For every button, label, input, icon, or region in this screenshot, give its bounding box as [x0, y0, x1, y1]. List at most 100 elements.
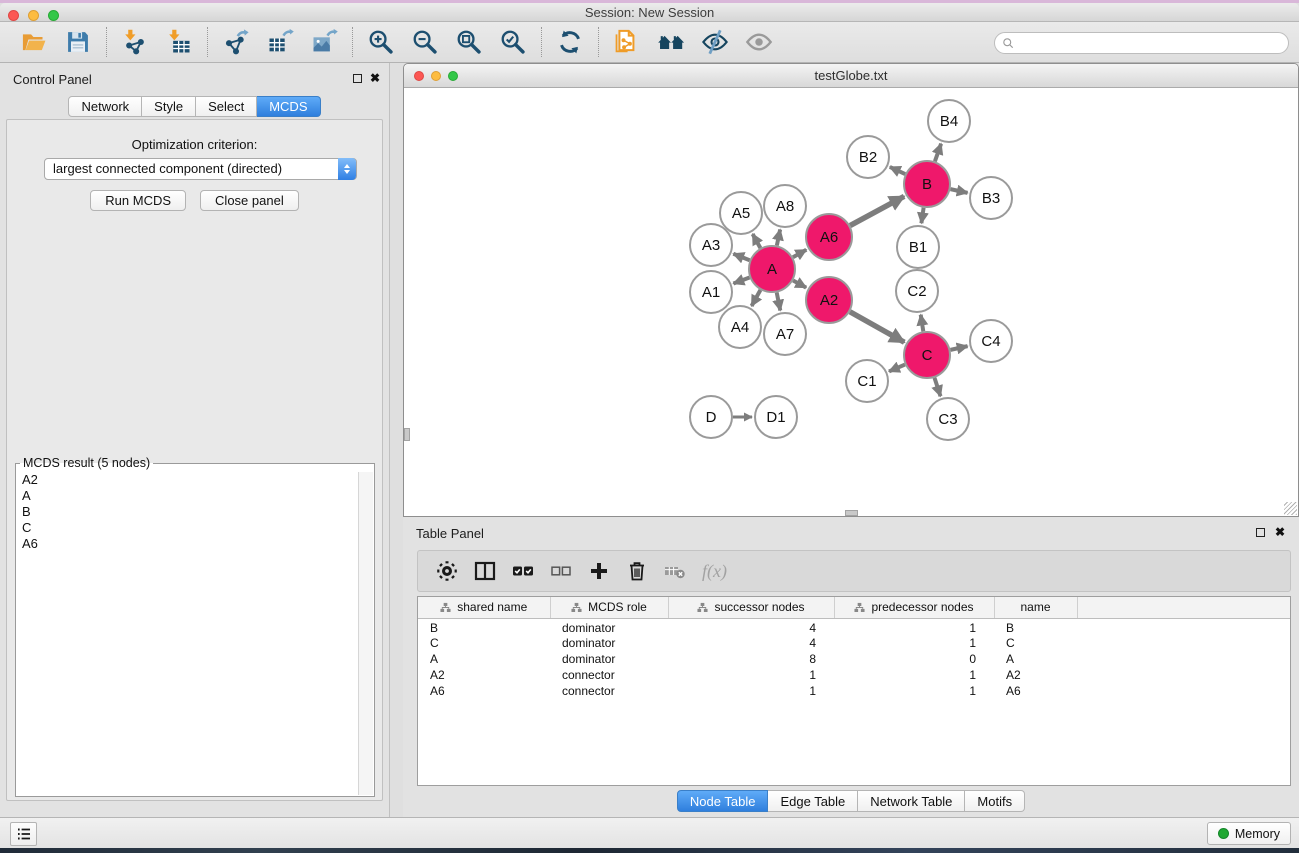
column-header-name[interactable]: name — [994, 597, 1077, 618]
split-view-button[interactable] — [472, 558, 498, 584]
list-item[interactable]: A2 — [17, 472, 357, 488]
graph-edge-A-A5[interactable] — [753, 234, 761, 248]
close-panel-icon[interactable]: ✖ — [370, 71, 380, 85]
export-network-button[interactable] — [221, 27, 251, 57]
float-panel-icon[interactable] — [353, 74, 362, 83]
tab-style[interactable]: Style — [142, 96, 196, 117]
table-settings-button[interactable] — [434, 558, 460, 584]
desktop-wallpaper-strip — [0, 848, 1299, 853]
zoom-selected-button[interactable] — [498, 27, 528, 57]
graph-edge-A-A6[interactable] — [793, 250, 806, 258]
checked-boxes-icon — [511, 559, 535, 583]
zoom-fit-icon — [455, 28, 483, 56]
search-field[interactable] — [994, 32, 1289, 54]
table-row[interactable]: A6connector 11 A6 — [418, 683, 1290, 699]
birds-eye-toggle-button[interactable] — [700, 27, 730, 57]
import-table-button[interactable] — [164, 27, 194, 57]
table-row[interactable]: A2connector 11 A2 — [418, 667, 1290, 683]
list-item[interactable]: B — [17, 504, 357, 520]
column-header-mcds-role[interactable]: MCDS role — [550, 597, 668, 618]
close-panel-button[interactable]: Close panel — [200, 190, 299, 211]
list-scrollbar[interactable] — [358, 472, 373, 795]
graph-edge-C-C2[interactable] — [921, 315, 924, 332]
toolbar-separator — [207, 27, 208, 57]
tab-motifs[interactable]: Motifs — [965, 790, 1025, 812]
graph-edge-B-B4[interactable] — [935, 144, 941, 162]
zoom-fit-button[interactable] — [454, 27, 484, 57]
graph-node-label-B: B — [922, 176, 932, 193]
go-home-button[interactable] — [656, 27, 686, 57]
graph-edge-A-A3[interactable] — [733, 254, 749, 260]
save-session-button[interactable] — [63, 27, 93, 57]
close-panel-icon[interactable]: ✖ — [1275, 525, 1285, 539]
float-panel-icon[interactable] — [1256, 528, 1265, 537]
tab-network[interactable]: Network — [68, 96, 142, 117]
mcds-result-title: MCDS result (5 nodes) — [20, 456, 153, 470]
delete-table-icon — [663, 559, 687, 583]
mcds-tab-content: Optimization criterion: largest connecte… — [6, 119, 383, 801]
graph-edge-A-A7[interactable] — [777, 293, 781, 311]
optimization-criterion-select[interactable]: largest connected component (directed) — [44, 158, 357, 180]
tab-select[interactable]: Select — [196, 96, 257, 117]
tab-network-table[interactable]: Network Table — [858, 790, 965, 812]
graph-edge-A-A4[interactable] — [752, 290, 761, 306]
clone-network-button[interactable] — [612, 27, 642, 57]
graph-edge-C-C4[interactable] — [950, 346, 967, 350]
network-window-titlebar[interactable]: testGlobe.txt — [404, 64, 1298, 88]
network-canvas[interactable]: B4B2BB3A8A5A6A3B1AA1C2A2A4A7C4CC1C3DD1 — [404, 88, 1298, 516]
eye-slash-icon — [701, 28, 729, 56]
session-title: Session: New Session — [0, 3, 1299, 22]
export-table-button[interactable] — [265, 27, 295, 57]
graph-edge-B-B2[interactable] — [890, 167, 905, 174]
graph-edge-C-C1[interactable] — [889, 365, 905, 372]
delete-table-button[interactable] — [662, 558, 688, 584]
function-builder-button[interactable]: f(x) — [702, 561, 727, 582]
table-row[interactable]: Bdominator 41 B — [418, 618, 1290, 635]
list-item[interactable]: A6 — [17, 536, 357, 552]
graph-edge-A-A1[interactable] — [733, 277, 749, 283]
refresh-layout-button[interactable] — [555, 27, 585, 57]
zoom-in-button[interactable] — [366, 27, 396, 57]
graph-edge-B-B3[interactable] — [950, 189, 967, 193]
graph-edge-C-C3[interactable] — [934, 378, 940, 396]
unselect-all-columns-button[interactable] — [548, 558, 574, 584]
window-resize-handle[interactable] — [1284, 502, 1297, 515]
table-row[interactable]: Cdominator 41 C — [418, 635, 1290, 651]
list-item[interactable]: C — [17, 520, 357, 536]
column-header-successor-nodes[interactable]: successor nodes — [668, 597, 834, 618]
graph-node-label-A2: A2 — [820, 292, 838, 309]
export-image-button[interactable] — [309, 27, 339, 57]
select-all-columns-button[interactable] — [510, 558, 536, 584]
graph-node-label-A4: A4 — [731, 319, 749, 336]
graph-edge-A6-B[interactable] — [850, 196, 904, 225]
task-history-button[interactable] — [10, 822, 37, 846]
memory-button[interactable]: Memory — [1207, 822, 1291, 845]
import-network-button[interactable] — [120, 27, 150, 57]
canvas-vertical-scrollbar[interactable] — [404, 428, 410, 441]
canvas-horizontal-scrollbar[interactable] — [845, 510, 858, 516]
list-item[interactable]: A — [17, 488, 357, 504]
tab-node-table[interactable]: Node Table — [677, 790, 769, 812]
graph-edge-B-B1[interactable] — [921, 208, 923, 223]
show-hide-panel-button[interactable] — [744, 27, 774, 57]
column-header-shared-name[interactable]: shared name — [418, 597, 550, 618]
zoom-out-button[interactable] — [410, 27, 440, 57]
add-column-button[interactable] — [586, 558, 612, 584]
shared-column-icon — [697, 602, 708, 613]
table-row[interactable]: Adominator 80 A — [418, 651, 1290, 667]
network-graph[interactable]: B4B2BB3A8A5A6A3B1AA1C2A2A4A7C4CC1C3DD1 — [404, 88, 1298, 516]
import-table-icon — [165, 28, 193, 56]
delete-column-button[interactable] — [624, 558, 650, 584]
graph-node-label-C3: C3 — [938, 411, 957, 428]
column-header-predecessor-nodes[interactable]: predecessor nodes — [834, 597, 994, 618]
table-toolbar: f(x) — [417, 550, 1291, 592]
mcds-result-list[interactable]: A2 A B C A6 — [17, 472, 357, 795]
graph-edge-A2-C[interactable] — [850, 312, 904, 343]
graph-edge-A-A2[interactable] — [793, 280, 806, 287]
run-mcds-button[interactable]: Run MCDS — [90, 190, 186, 211]
search-input[interactable] — [1016, 34, 1288, 52]
open-session-button[interactable] — [19, 27, 49, 57]
tab-mcds[interactable]: MCDS — [257, 96, 320, 117]
graph-edge-A-A8[interactable] — [777, 230, 780, 246]
tab-edge-table[interactable]: Edge Table — [768, 790, 858, 812]
